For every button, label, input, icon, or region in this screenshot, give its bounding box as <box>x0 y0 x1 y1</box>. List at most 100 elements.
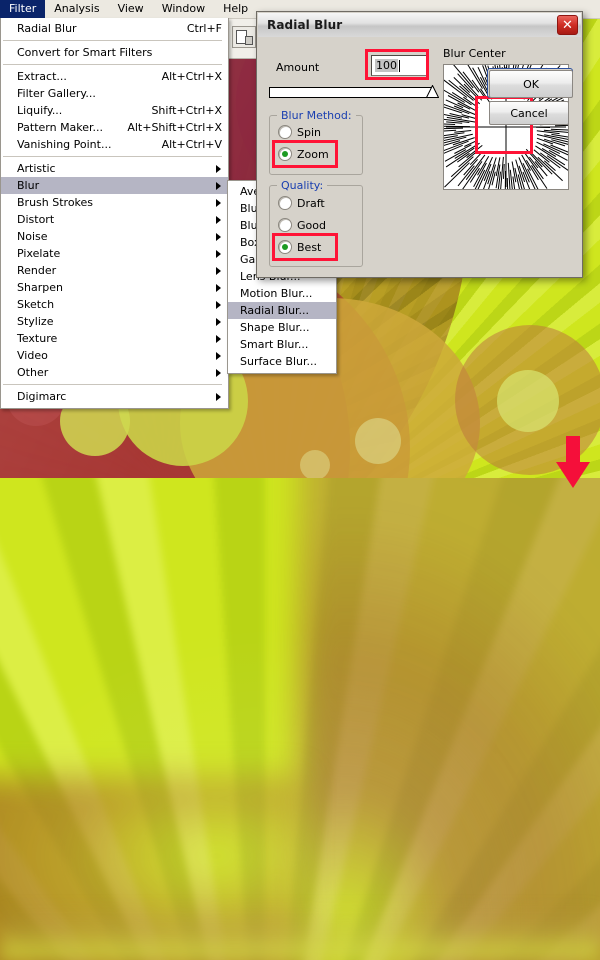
menu-separator <box>3 384 222 385</box>
filter-menu-item-extract[interactable]: Extract... Alt+Ctrl+X <box>1 68 228 85</box>
menu-item-label: Distort <box>17 213 55 226</box>
radio-quality-good[interactable]: Good <box>278 217 326 233</box>
slider-thumb-triangle <box>426 85 439 98</box>
menu-item-label: Texture <box>17 332 58 345</box>
zoom-option-highlight-box <box>272 140 338 168</box>
radio-icon <box>278 125 292 139</box>
filter-menu-item-vanishing-point[interactable]: Vanishing Point... Alt+Ctrl+V <box>1 136 228 153</box>
submenu-arrow-icon <box>216 232 221 241</box>
menu-item-label: Sharpen <box>17 281 63 294</box>
image-after-radial-blur <box>0 478 600 960</box>
submenu-arrow-icon <box>216 266 221 275</box>
submenu-arrow-icon <box>216 181 221 190</box>
amount-slider-thumb[interactable] <box>426 85 439 98</box>
blur-submenu-item-radial-blur[interactable]: Radial Blur... <box>228 302 336 319</box>
submenu-arrow-icon <box>216 317 221 326</box>
filter-menu-item-other[interactable]: Other <box>1 364 228 381</box>
menu-separator <box>3 156 222 157</box>
submenu-arrow-icon <box>216 300 221 309</box>
dialog-title-bar[interactable]: Radial Blur <box>258 13 581 38</box>
filter-menu-item-blur[interactable]: Blur <box>1 177 228 194</box>
filter-menu-item-filter-gallery[interactable]: Filter Gallery... <box>1 85 228 102</box>
menu-item-label: Pixelate <box>17 247 61 260</box>
filter-menu-item-texture[interactable]: Texture <box>1 330 228 347</box>
amount-label: Amount <box>276 61 320 74</box>
filter-menu-panel[interactable]: Radial Blur Ctrl+F Convert for Smart Filte… <box>0 18 229 409</box>
quality-legend: Quality: <box>277 179 328 192</box>
blur-submenu-item-smart-blur[interactable]: Smart Blur... <box>228 336 336 353</box>
blur-submenu-item-shape-blur[interactable]: Shape Blur... <box>228 319 336 336</box>
menu-item-shortcut: Shift+Ctrl+X <box>151 104 222 117</box>
filter-menu-item-brush-strokes[interactable]: Brush Strokes <box>1 194 228 211</box>
amount-highlight-box <box>365 49 429 80</box>
menu-item-label: Vanishing Point... <box>17 138 112 151</box>
menu-item-label: Radial Blur <box>17 22 77 35</box>
blur-submenu-item-surface-blur[interactable]: Surface Blur... <box>228 353 336 370</box>
submenu-arrow-icon <box>216 198 221 207</box>
menu-item-label: Convert for Smart Filters <box>17 46 153 59</box>
quality-group: Quality: Draft Good Best <box>269 179 363 267</box>
menu-item-label: Blur <box>17 179 40 192</box>
radio-quality-draft[interactable]: Draft <box>278 195 325 211</box>
blur-method-legend: Blur Method: <box>277 109 356 122</box>
menu-separator <box>3 64 222 65</box>
radio-label: Draft <box>297 196 325 210</box>
radio-blur-method-spin[interactable]: Spin <box>278 124 321 140</box>
filter-menu-item-artistic[interactable]: Artistic <box>1 160 228 177</box>
submenu-arrow-icon <box>216 164 221 173</box>
center-glow <box>0 478 600 960</box>
red-down-arrow-icon <box>556 436 590 488</box>
filter-menu-item-digimarc[interactable]: Digimarc <box>1 388 228 405</box>
close-x-glyph: ✕ <box>562 17 573 33</box>
radio-icon <box>278 196 292 210</box>
submenu-arrow-icon <box>216 392 221 401</box>
filter-menu-item-noise[interactable]: Noise <box>1 228 228 245</box>
best-option-highlight-box <box>272 233 338 261</box>
cancel-button[interactable]: Cancel <box>489 101 569 125</box>
menu-item-label: Video <box>17 349 48 362</box>
submenu-arrow-icon <box>216 368 221 377</box>
screen-mode-icon[interactable] <box>232 26 256 48</box>
screen-mode-square-small <box>245 36 253 45</box>
filter-menu-item-video[interactable]: Video <box>1 347 228 364</box>
filter-menu-item-distort[interactable]: Distort <box>1 211 228 228</box>
menu-item-label: Filter Gallery... <box>17 87 96 100</box>
menu-item-label: Sketch <box>17 298 55 311</box>
menu-item-label: Other <box>17 366 49 379</box>
blur-center-label: Blur Center <box>443 47 506 60</box>
filter-menu-item-liquify[interactable]: Liquify... Shift+Ctrl+X <box>1 102 228 119</box>
menu-item-shortcut: Alt+Ctrl+V <box>161 138 222 151</box>
menu-item-label: Liquify... <box>17 104 63 117</box>
submenu-arrow-icon <box>216 334 221 343</box>
menu-item-shortcut: Alt+Shift+Ctrl+X <box>127 121 222 134</box>
dialog-title: Radial Blur <box>267 18 343 32</box>
filter-menu-item-pattern-maker[interactable]: Pattern Maker... Alt+Shift+Ctrl+X <box>1 119 228 136</box>
menubar-item-view[interactable]: View <box>109 0 153 18</box>
arrow-head <box>556 462 590 488</box>
filter-menu-item-render[interactable]: Render <box>1 262 228 279</box>
radio-label: Good <box>297 218 326 232</box>
blur-submenu-item-motion-blur[interactable]: Motion Blur... <box>228 285 336 302</box>
ok-button[interactable]: OK <box>489 70 573 98</box>
filter-menu-item-stylize[interactable]: Stylize <box>1 313 228 330</box>
submenu-arrow-icon <box>216 283 221 292</box>
filter-menu-item-convert-for-smart-filters[interactable]: Convert for Smart Filters <box>1 44 228 61</box>
amount-slider-track[interactable] <box>269 87 434 98</box>
filter-menu-item-sharpen[interactable]: Sharpen <box>1 279 228 296</box>
menubar-item-help[interactable]: Help <box>214 0 257 18</box>
filter-menu-item-pixelate[interactable]: Pixelate <box>1 245 228 262</box>
filter-menu-item-radial-blur[interactable]: Radial Blur Ctrl+F <box>1 20 228 37</box>
menu-item-label: Noise <box>17 230 48 243</box>
menu-separator <box>3 40 222 41</box>
blur-method-group: Blur Method: Spin Zoom <box>269 109 363 175</box>
menu-item-shortcut: Alt+Ctrl+X <box>161 70 222 83</box>
menubar-item-filter[interactable]: Filter <box>0 0 46 18</box>
close-icon[interactable]: ✕ <box>557 15 578 35</box>
submenu-arrow-icon <box>216 215 221 224</box>
menubar-item-analysis[interactable]: Analysis <box>45 0 108 18</box>
radial-blur-dialog: Radial Blur ✕ Amount 100 Blur Method: Sp… <box>256 11 583 278</box>
menu-item-label: Extract... <box>17 70 67 83</box>
menubar-item-window[interactable]: Window <box>153 0 214 18</box>
menu-item-label: Artistic <box>17 162 56 175</box>
filter-menu-item-sketch[interactable]: Sketch <box>1 296 228 313</box>
